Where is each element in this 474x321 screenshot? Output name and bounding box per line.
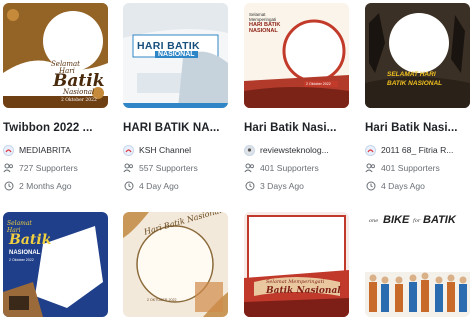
campaign-thumbnail[interactable]: HARI BATIK NASIONAL [123, 3, 228, 108]
clock-icon [365, 181, 376, 192]
creator-avatar-icon [244, 144, 255, 156]
twibbon-frame-image [365, 3, 470, 108]
campaign-card[interactable]: HARI BATIK NASIONAL HARI BATIK NA... KSH… [123, 3, 228, 192]
campaign-card[interactable]: one BIKE for BATIK [365, 212, 470, 317]
campaign-author[interactable]: reviewsteknolog... [244, 144, 349, 156]
art-text: 2 OKTOBER 2022 [147, 298, 177, 302]
time-ago: 4 Day Ago [123, 180, 228, 192]
campaign-card[interactable]: Selamat Hari Batik NASIONAL 2 Oktober 20… [3, 212, 108, 317]
time-text: 4 Day Ago [139, 181, 179, 191]
clock-icon [244, 181, 255, 192]
art-text: Batik [9, 232, 52, 248]
creator-avatar-icon [123, 144, 134, 156]
supporters-text: 727 Supporters [19, 163, 78, 173]
creator-avatar-icon [3, 144, 14, 156]
campaign-author[interactable]: 2011 68_ Fitria R... [365, 144, 470, 156]
clock-icon [3, 181, 14, 192]
campaign-title[interactable]: HARI BATIK NA... [123, 121, 228, 135]
supporters-text: 401 Supporters [260, 163, 319, 173]
users-icon [3, 163, 14, 174]
art-text: Selamat [7, 220, 32, 227]
campaign-card[interactable]: Selamat Memperingati Batik Nasional [244, 212, 349, 317]
campaign-thumbnail[interactable]: one BIKE for BATIK [365, 212, 470, 317]
supporters-count: 401 Supporters [365, 162, 470, 174]
campaign-thumbnail[interactable]: Selamat Memperingati HARI BATIK NASIONAL… [244, 3, 349, 108]
author-name: reviewsteknolog... [260, 145, 329, 155]
time-ago: 4 Days Ago [365, 180, 470, 192]
author-name: KSH Channel [139, 145, 192, 155]
art-text: NASIONAL [155, 51, 198, 58]
time-text: 3 Days Ago [260, 181, 304, 191]
art-text: 2 Oktober 2022 [306, 82, 331, 86]
campaign-thumbnail[interactable]: Selamat Hari Batik NASIONAL 2 Oktober 20… [3, 212, 108, 317]
art-text: one [369, 218, 379, 224]
supporters-text: 401 Supporters [381, 163, 440, 173]
art-text: BIKE [383, 214, 410, 226]
art-text: NASIONAL [249, 28, 278, 34]
art-text: 2 Oktober 2022 [61, 98, 97, 103]
campaign-thumbnail[interactable]: Selamat Memperingati Batik Nasional [244, 212, 349, 317]
art-text: 2 Oktober 2022 [9, 258, 34, 262]
art-text: Nasional [63, 88, 95, 96]
time-text: 4 Days Ago [381, 181, 425, 191]
time-ago: 2 Months Ago [3, 180, 108, 192]
author-name: MEDIABRITA [19, 145, 71, 155]
art-text: for [413, 218, 421, 224]
supporters-text: 557 Supporters [139, 163, 198, 173]
time-text: 2 Months Ago [19, 181, 72, 191]
users-icon [244, 163, 255, 174]
campaign-author[interactable]: MEDIABRITA [3, 144, 108, 156]
art-text: NASIONAL [9, 250, 41, 256]
campaign-card[interactable]: Selamat Hari Batik Nasional 2 Oktober 20… [3, 3, 108, 192]
clock-icon [123, 181, 134, 192]
supporters-count: 557 Supporters [123, 162, 228, 174]
campaign-card[interactable]: SELAMAT HARI BATIK NASIONAL Hari Batik N… [365, 3, 470, 192]
twibbon-frame-image [244, 212, 349, 317]
art-text: BATIK NASIONAL [387, 80, 443, 87]
art-text: Batik Nasional [266, 286, 341, 296]
campaign-title[interactable]: Hari Batik Nasi... [244, 121, 349, 135]
campaign-thumbnail[interactable]: Selamat Hari Batik Nasional 2 Oktober 20… [3, 3, 108, 108]
twibbon-frame-image [365, 212, 470, 317]
campaign-thumbnail[interactable]: Hari Batik Nasional 2 OKTOBER 2022 [123, 212, 228, 317]
art-text: BATIK [423, 214, 456, 226]
art-text: SELAMAT HARI [387, 71, 436, 78]
author-name: 2011 68_ Fitria R... [381, 145, 454, 155]
campaign-author[interactable]: KSH Channel [123, 144, 228, 156]
time-ago: 3 Days Ago [244, 180, 349, 192]
users-icon [365, 163, 376, 174]
supporters-count: 727 Supporters [3, 162, 108, 174]
campaign-title[interactable]: Twibbon 2022 ... [3, 121, 108, 135]
users-icon [123, 163, 134, 174]
campaign-title[interactable]: Hari Batik Nasi... [365, 121, 470, 135]
supporters-count: 401 Supporters [244, 162, 349, 174]
art-text: Selamat Memperingati [266, 279, 325, 285]
creator-avatar-icon [365, 144, 376, 156]
campaign-card[interactable]: Selamat Memperingati HARI BATIK NASIONAL… [244, 3, 349, 192]
campaign-thumbnail[interactable]: SELAMAT HARI BATIK NASIONAL [365, 3, 470, 108]
campaign-card[interactable]: Hari Batik Nasional 2 OKTOBER 2022 [123, 212, 228, 317]
